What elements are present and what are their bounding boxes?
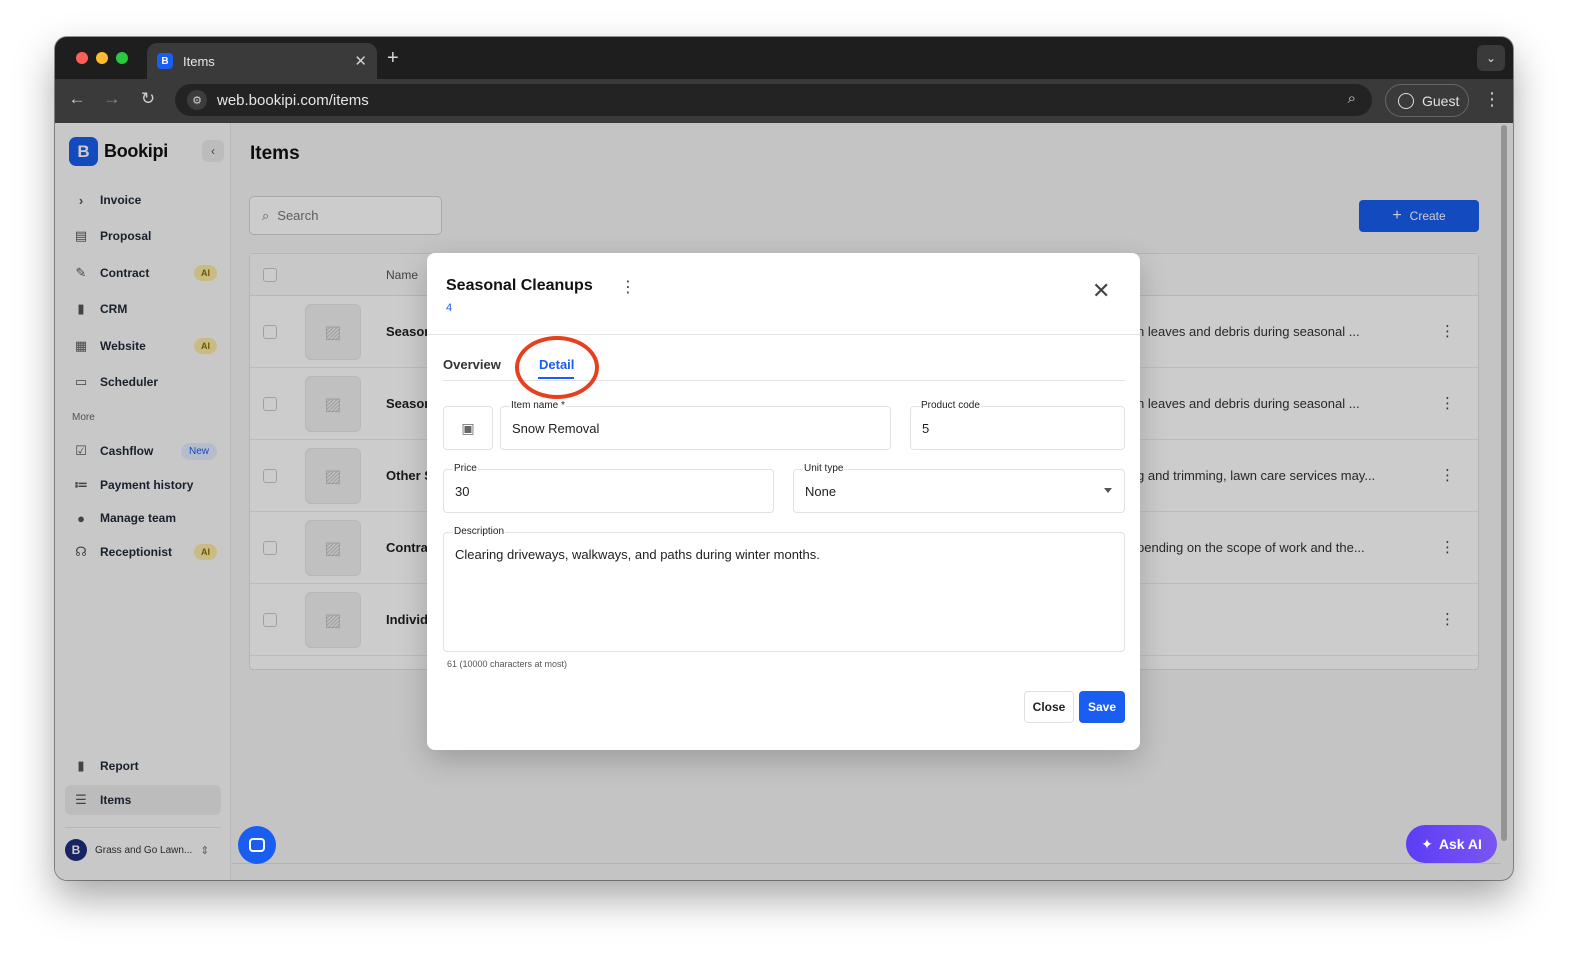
tab-title: Items	[183, 53, 215, 69]
item-detail-modal: Seasonal Cleanups 4 ⋮ ✕ Overview Detail …	[427, 253, 1140, 750]
close-button[interactable]: Close	[1024, 691, 1074, 723]
description-textarea[interactable]: Clearing driveways, walkways, and paths …	[443, 532, 1125, 652]
site-settings-icon[interactable]: ⚙	[187, 90, 207, 110]
product-code-label: Product code	[920, 400, 981, 411]
close-icon[interactable]: ✕	[1092, 280, 1110, 302]
unit-type-value: None	[805, 484, 837, 499]
modal-menu-icon[interactable]: ⋮	[620, 277, 636, 297]
window-controls	[76, 52, 128, 64]
address-bar[interactable]: ⚙ web.bookipi.com/items ⌕	[175, 84, 1372, 116]
price-field[interactable]: 30	[443, 469, 774, 513]
url-text: web.bookipi.com/items	[217, 91, 369, 109]
annotation-circle	[515, 336, 599, 399]
divider	[427, 334, 1140, 335]
profile-button[interactable]: Guest	[1385, 84, 1469, 117]
browser-toolbar: ← → ↻ ⚙ web.bookipi.com/items ⌕ Guest ⋮	[55, 79, 1513, 123]
chat-support-button[interactable]	[238, 826, 276, 864]
browser-tab-strip: B Items ✕ + ⌄	[55, 37, 1513, 79]
maximize-window-button[interactable]	[116, 52, 128, 64]
profile-icon	[1398, 92, 1414, 109]
tab-close-icon[interactable]: ✕	[354, 52, 367, 70]
tab-search-chevron-icon[interactable]: ⌄	[1477, 45, 1505, 71]
ask-ai-label: Ask AI	[1438, 836, 1482, 852]
browser-tab-items[interactable]: B Items ✕	[147, 43, 377, 79]
tab-overview[interactable]: Overview	[443, 357, 501, 372]
price-value: 30	[455, 484, 470, 499]
description-label: Description	[453, 526, 506, 537]
close-window-button[interactable]	[76, 52, 88, 64]
new-tab-button[interactable]: +	[387, 47, 399, 70]
chat-icon	[249, 838, 265, 852]
product-code-field[interactable]: 5	[910, 406, 1125, 450]
zoom-icon[interactable]: ⌕	[1348, 90, 1356, 107]
minimize-window-button[interactable]	[96, 52, 108, 64]
profile-label: Guest	[1422, 92, 1460, 109]
modal-title: Seasonal Cleanups	[446, 277, 593, 294]
description-value: Clearing driveways, walkways, and paths …	[455, 547, 820, 562]
browser-window: B Items ✕ + ⌄ ← → ↻ ⚙ web.bookipi.com/it…	[55, 37, 1513, 880]
item-name-field[interactable]: Snow Removal	[500, 406, 891, 450]
unit-type-label: Unit type	[803, 463, 845, 474]
ask-ai-button[interactable]: ✦ Ask AI	[1406, 825, 1497, 863]
reload-icon[interactable]: ↻	[136, 89, 160, 109]
forward-arrow-icon[interactable]: →	[100, 89, 124, 109]
app-page: B Bookipi ‹ › Invoice ▤ Proposal ✎ Contr…	[55, 123, 1513, 880]
price-label: Price	[453, 463, 478, 474]
back-arrow-icon[interactable]: ←	[65, 89, 89, 109]
bookipi-favicon-icon: B	[157, 53, 173, 69]
sparkle-icon: ✦	[1421, 835, 1433, 852]
product-code-value: 5	[922, 421, 930, 436]
item-name-label: Item name *	[510, 400, 566, 411]
image-upload-icon[interactable]: ▣	[443, 406, 493, 450]
modal-subtitle: 4	[446, 302, 453, 314]
browser-menu-icon[interactable]: ⋮	[1483, 89, 1501, 110]
item-name-value: Snow Removal	[512, 421, 600, 436]
character-count: 61 (10000 characters at most)	[447, 659, 568, 669]
unit-type-select[interactable]: None	[793, 469, 1125, 513]
caret-down-icon	[1104, 488, 1112, 493]
save-button[interactable]: Save	[1079, 691, 1125, 723]
